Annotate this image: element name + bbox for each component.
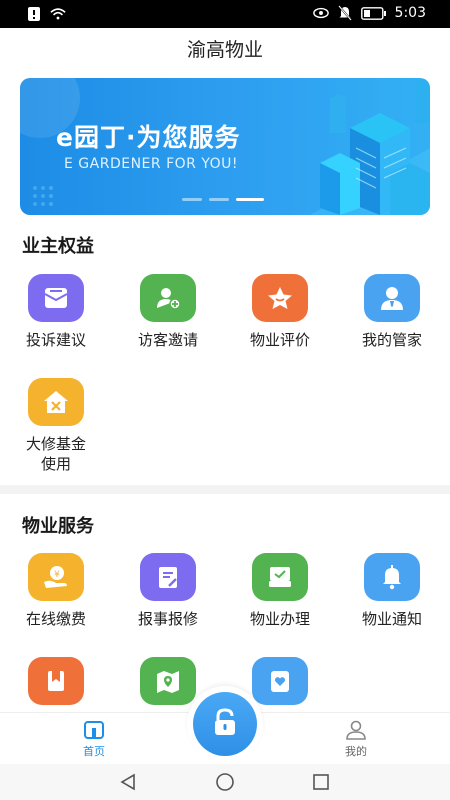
status-left-icons [26,6,66,22]
unlock-icon [210,707,240,741]
service-item-label: 报事报修 [137,610,198,628]
owner-item-label: 访客邀请 [137,331,198,349]
owner-item-label: 投诉建议 [25,331,86,349]
rating-star-icon [252,274,308,322]
report-repair-icon [140,553,196,601]
home-circle-icon[interactable] [215,772,235,792]
home-icon [82,719,106,741]
svg-text:¥: ¥ [54,570,60,580]
unlock-button-face[interactable] [193,692,257,756]
heart-card-icon [252,657,308,705]
service-item-payment[interactable]: ¥ 在线缴费 [0,553,112,629]
banner-title: e园丁·为您服务 [56,123,241,152]
service-item-report-repair[interactable]: 报事报修 [112,553,224,629]
notification-icon [26,6,42,22]
visitor-icon [140,274,196,322]
payment-icon: ¥ [28,553,84,601]
user-profile-icon [344,719,368,741]
center-unlock-button[interactable] [187,686,263,762]
status-right-icons: 5:03 [312,5,426,21]
owner-item-complaint[interactable]: 投诉建议 [0,274,112,350]
banner-dot-active[interactable] [236,198,264,201]
page-title: 渝高物业 [186,39,263,61]
section-title-property-services: 物业服务 [22,516,94,537]
tab-home[interactable]: 首页 [64,719,124,759]
service-item-bookmark[interactable] [0,657,112,705]
status-time: 5:03 [394,5,426,21]
mute-bell-icon [337,5,353,21]
promo-banner[interactable]: e园丁·为您服务 E GARDENER FOR YOU! [20,78,430,215]
tab-mine[interactable]: 我的 [326,719,386,759]
service-item-property-handle[interactable]: 物业办理 [224,553,336,629]
system-navigation-bar [0,764,450,800]
banner-dot[interactable] [182,198,202,201]
eye-icon [312,5,329,21]
service-item-label: 物业通知 [361,610,422,628]
wifi-icon [50,6,66,22]
butler-icon [364,274,420,322]
owner-item-butler[interactable]: 我的管家 [336,274,448,350]
section-divider [0,485,450,494]
banner-dot[interactable] [209,198,229,201]
banner-subtitle: E GARDENER FOR YOU! [64,156,238,172]
recents-icon[interactable] [311,772,331,792]
owner-item-visitor[interactable]: 访客邀请 [112,274,224,350]
property-handle-icon [252,553,308,601]
notice-bell-icon [364,553,420,601]
battery-icon [360,5,387,21]
bookmark-icon [28,657,84,705]
section-title-owner-rights: 业主权益 [22,236,94,257]
owner-item-repair-fund[interactable]: 大修基金 使用 [0,378,112,474]
owner-item-label: 物业评价 [249,331,310,349]
banner-pagination[interactable] [182,198,264,201]
map-location-icon [140,657,196,705]
status-bar: 5:03 [0,0,450,28]
owner-item-rating[interactable]: 物业评价 [224,274,336,350]
service-item-notice[interactable]: 物业通知 [336,553,448,629]
service-item-label: 物业办理 [249,610,310,628]
service-item-label: 在线缴费 [25,610,86,628]
owner-item-label: 大修基金 使用 [25,435,86,473]
tab-home-label: 首页 [83,745,105,758]
tab-mine-label: 我的 [345,745,367,758]
complaint-icon [28,274,84,322]
repair-fund-icon [28,378,84,426]
back-icon[interactable] [118,772,138,792]
owner-item-label: 我的管家 [361,331,422,349]
